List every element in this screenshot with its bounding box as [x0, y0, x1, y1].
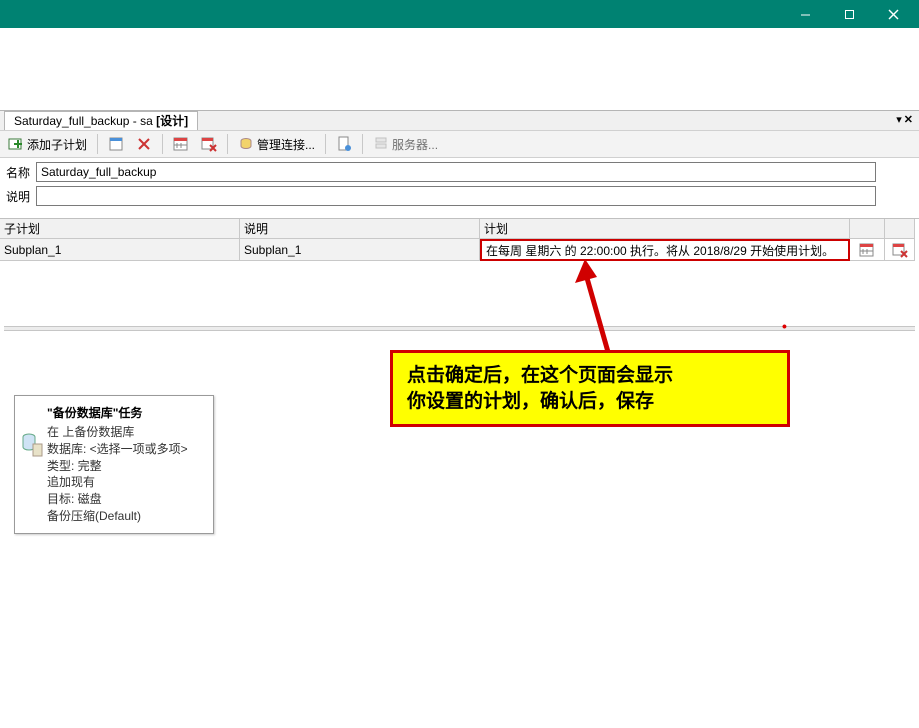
cell-delete-schedule-button[interactable] [885, 239, 915, 261]
name-label: 名称 [6, 164, 36, 181]
remove-schedule-button[interactable] [197, 134, 221, 154]
callout-line1: 点击确定后，在这个页面会显示 [407, 363, 773, 389]
add-subplan-button[interactable]: 添加子计划 [4, 134, 91, 155]
tab-close-icon[interactable]: ✕ [904, 115, 913, 126]
desc-label: 说明 [6, 188, 36, 205]
add-subplan-label: 添加子计划 [27, 136, 87, 153]
window-titlebar [0, 0, 919, 28]
col-desc[interactable]: 说明 [240, 219, 480, 239]
col-subplan[interactable]: 子计划 [0, 219, 240, 239]
task-line-2: 数据库: <选择一项或多项> [47, 441, 205, 458]
name-input[interactable] [36, 162, 876, 182]
task-line-5: 目标: 磁盘 [47, 491, 205, 508]
ribbon-blank-area [0, 28, 919, 110]
close-button[interactable] [871, 0, 915, 28]
database-backup-icon [21, 432, 43, 458]
minimize-button[interactable] [783, 0, 827, 28]
cell-subplan[interactable]: Subplan_1 [0, 239, 240, 261]
col-delete-icon-header [885, 219, 915, 239]
document-tab-mode: [设计] [156, 113, 188, 129]
task-line-6: 备份压缩(Default) [47, 508, 205, 525]
server-icon [373, 136, 389, 152]
annotation-dot: • [782, 318, 787, 334]
desc-input[interactable] [36, 186, 876, 206]
report-icon [336, 136, 352, 152]
add-subplan-icon [8, 136, 24, 152]
calendar-delete-icon [892, 242, 908, 258]
backup-database-task[interactable]: "备份数据库"任务 在 上备份数据库 数据库: <选择一项或多项> 类型: 完整… [14, 395, 214, 534]
document-tab-user: sa [140, 113, 153, 129]
task-line-4: 追加现有 [47, 474, 205, 491]
col-plan[interactable]: 计划 [480, 219, 850, 239]
callout-line2: 你设置的计划，确认后，保存 [407, 389, 773, 415]
cell-desc[interactable]: Subplan_1 [240, 239, 480, 261]
properties-icon [108, 136, 124, 152]
manage-connections-button[interactable]: 管理连接... [234, 134, 319, 155]
servers-button[interactable]: 服务器... [369, 134, 442, 155]
document-tab-bar: Saturday_full_backup - sa [设计] ▾ ✕ [0, 110, 919, 130]
calendar-icon [859, 242, 875, 258]
subplan-props-button[interactable] [104, 134, 128, 154]
annotation-callout: 点击确定后，在这个页面会显示 你设置的计划，确认后，保存 [390, 350, 790, 427]
subplan-row[interactable]: Subplan_1 Subplan_1 在每周 星期六 的 22:00:00 执… [0, 239, 919, 261]
plan-form: 名称 说明 [0, 158, 919, 218]
task-line-1: 在 上备份数据库 [47, 424, 205, 441]
calendar-delete-icon [201, 136, 217, 152]
document-tab[interactable]: Saturday_full_backup - sa [设计] [4, 111, 198, 130]
schedule-button[interactable] [169, 134, 193, 154]
servers-label: 服务器... [392, 136, 438, 153]
delete-icon [136, 136, 152, 152]
task-title: "备份数据库"任务 [47, 404, 205, 421]
col-schedule-icon-header [850, 219, 885, 239]
document-tab-name: Saturday_full_backup [14, 113, 129, 129]
subplan-grid: 子计划 说明 计划 Subplan_1 Subplan_1 在每周 星期六 的 … [0, 218, 919, 261]
cell-plan[interactable]: 在每周 星期六 的 22:00:00 执行。将从 2018/8/29 开始使用计… [480, 239, 850, 261]
task-line-3: 类型: 完整 [47, 458, 205, 475]
manage-connections-label: 管理连接... [257, 136, 315, 153]
cell-schedule-button[interactable] [850, 239, 885, 261]
calendar-icon [173, 136, 189, 152]
maximize-button[interactable] [827, 0, 871, 28]
report-button[interactable] [332, 134, 356, 154]
tab-dropdown-icon[interactable]: ▾ [896, 115, 902, 126]
toolbar: 添加子计划 管理连接... 服务 [0, 130, 919, 158]
delete-subplan-button[interactable] [132, 134, 156, 154]
connections-icon [238, 136, 254, 152]
